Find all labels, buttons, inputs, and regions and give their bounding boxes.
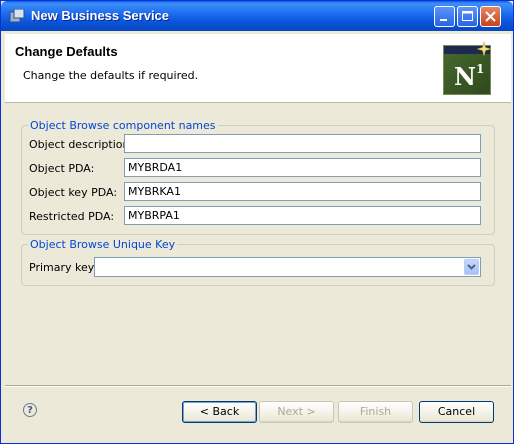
dropdown-button[interactable] xyxy=(464,259,479,275)
minimize-button[interactable] xyxy=(434,6,455,27)
object-key-pda-label: Object key PDA: xyxy=(29,186,118,199)
object-description-label: Object description: xyxy=(29,138,134,151)
maximize-icon xyxy=(462,11,473,21)
object-key-pda-field[interactable]: MYBRKA1 xyxy=(124,182,481,201)
chevron-down-icon xyxy=(467,264,476,270)
title-bar[interactable]: New Business Service xyxy=(1,1,513,31)
next-button[interactable]: Next > xyxy=(259,401,334,423)
close-icon xyxy=(485,11,496,22)
back-button[interactable]: < Back xyxy=(182,401,257,423)
minimize-icon xyxy=(440,19,447,21)
page-description: Change the defaults if required. xyxy=(23,69,199,82)
unique-key-legend: Object Browse Unique Key xyxy=(30,238,176,251)
finish-button[interactable]: Finish xyxy=(338,401,413,423)
component-names-legend: Object Browse component names xyxy=(30,119,216,132)
close-button[interactable] xyxy=(480,6,501,27)
wizard-content: Object Browse component names Object des… xyxy=(5,103,511,385)
maximize-button[interactable] xyxy=(457,6,478,27)
dialog-window: New Business Service Change Defaults Cha… xyxy=(0,0,514,444)
primary-key-label: Primary key: xyxy=(29,261,98,274)
restricted-pda-field[interactable]: MYBRPA1 xyxy=(124,206,481,225)
object-pda-label: Object PDA: xyxy=(29,162,95,175)
product-logo: N1 xyxy=(443,42,491,95)
help-icon[interactable]: ? xyxy=(23,403,37,417)
object-description-field[interactable] xyxy=(124,134,481,153)
window-title: New Business Service xyxy=(31,8,170,23)
wizard-header: Change Defaults Change the defaults if r… xyxy=(5,34,511,103)
restricted-pda-label: Restricted PDA: xyxy=(29,210,115,223)
cancel-button[interactable]: Cancel xyxy=(419,401,494,423)
object-pda-field[interactable]: MYBRDA1 xyxy=(124,158,481,177)
primary-key-combo[interactable] xyxy=(94,257,481,277)
app-icon xyxy=(9,9,25,23)
sparkle-icon xyxy=(477,42,491,56)
button-separator xyxy=(5,385,511,387)
page-title: Change Defaults xyxy=(15,44,118,59)
